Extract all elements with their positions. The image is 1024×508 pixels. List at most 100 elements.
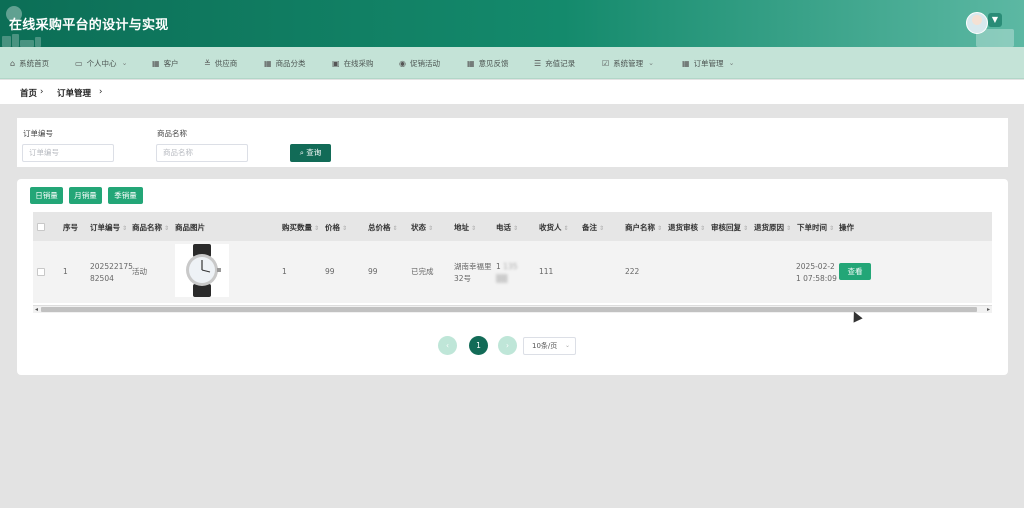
page-size-select[interactable]: 10条/页 ⌄ bbox=[523, 337, 576, 355]
calendar-icon: ▭ bbox=[75, 58, 83, 68]
breadcrumb-separator: › bbox=[40, 87, 44, 97]
apps-icon: ▦ bbox=[682, 58, 690, 68]
sort-icon: ⇕ bbox=[471, 225, 477, 232]
sort-icon: ⇕ bbox=[786, 225, 792, 232]
nav-item-label: 促销活动 bbox=[409, 58, 440, 68]
nav-item-recharge[interactable]: ☰ 充值记录 bbox=[534, 47, 575, 79]
clipboard-icon: ▣ bbox=[332, 58, 340, 68]
nav-item-label: 系统管理 bbox=[613, 58, 644, 68]
nav-item-label: 订单管理 bbox=[693, 58, 724, 68]
app-title: 在线采购平台的设计与实现 bbox=[9, 18, 169, 33]
nav-item-online-purchase[interactable]: ▣ 在线采购 bbox=[332, 47, 374, 79]
header-decoration-books bbox=[2, 34, 62, 47]
horizontal-scrollbar[interactable]: ◂ ▸ bbox=[33, 305, 992, 313]
breadcrumb-current: 订单管理 bbox=[57, 89, 92, 99]
nav-item-label: 意见反馈 bbox=[478, 58, 509, 68]
next-page-button[interactable]: › bbox=[498, 336, 517, 355]
sort-icon: ⇕ bbox=[392, 225, 398, 232]
sort-icon: ⇕ bbox=[829, 225, 835, 232]
scroll-left-icon[interactable]: ◂ bbox=[35, 306, 38, 313]
sort-icon: ⇕ bbox=[314, 225, 320, 232]
nav-item-label: 系统首页 bbox=[19, 58, 50, 68]
column-header[interactable]: 下单时间 ⇕ bbox=[797, 222, 834, 233]
column-header[interactable]: 状态 ⇕ bbox=[411, 222, 433, 233]
cell-order-time: 2025-02-2 1 07:58:09 bbox=[796, 262, 837, 283]
column-header[interactable]: 备注 ⇕ bbox=[582, 222, 604, 233]
table-header: 序号 订单编号 ⇕ 商品名称 ⇕ 商品图片 购买数量 ⇕ 价格 ⇕ 总价格 ⇕ 状态 ⇕ 地… bbox=[33, 212, 992, 241]
watch-image bbox=[186, 244, 221, 297]
product-image bbox=[175, 244, 229, 297]
prev-page-button[interactable]: ‹ bbox=[438, 336, 457, 355]
nav-item-system[interactable]: ☑ 系统管理 ⌄ bbox=[602, 47, 654, 79]
top-nav: ⌂ 系统首页 ▭ 个人中心 ⌄ ▦ 客户 ≚ 供应商 ▦ 商品分类 ▣ 在线采购 ◉ 促销活动 … bbox=[0, 47, 1024, 79]
nav-item-customers[interactable]: ▦ 客户 bbox=[152, 47, 179, 79]
app-header: 在线采购平台的设计与实现 ▼ bbox=[0, 0, 1024, 47]
home-icon: ⌂ bbox=[10, 58, 16, 68]
nav-item-promotions[interactable]: ◉ 促销活动 bbox=[399, 47, 440, 79]
row-checkbox[interactable] bbox=[37, 268, 45, 276]
column-header: 操作 bbox=[839, 223, 854, 232]
cell-phone: 1 135 ▒▒ bbox=[496, 262, 518, 283]
column-header[interactable]: 退货审核 ⇕ bbox=[668, 222, 705, 233]
apps-icon: ▦ bbox=[467, 58, 475, 68]
scrollbar-thumb[interactable] bbox=[41, 307, 977, 312]
sort-icon: ⇕ bbox=[657, 225, 663, 232]
query-button-label: 查询 bbox=[306, 148, 322, 157]
select-all-checkbox[interactable] bbox=[37, 223, 45, 231]
quarterly-sales-button[interactable]: 季销量 bbox=[108, 187, 143, 204]
column-header[interactable]: 电话 ⇕ bbox=[496, 222, 518, 233]
query-button[interactable]: ⌕ 查询 bbox=[290, 144, 331, 162]
cell-status: 已完成 bbox=[411, 267, 434, 276]
chevron-down-icon: ⌄ bbox=[728, 59, 735, 67]
sort-icon: ⇕ bbox=[513, 225, 519, 232]
apps-icon: ▦ bbox=[264, 58, 272, 68]
cell-price: 99 bbox=[325, 267, 335, 276]
checkbox-icon: ☑ bbox=[602, 58, 610, 68]
nav-item-suppliers[interactable]: ≚ 供应商 bbox=[204, 47, 237, 79]
column-header[interactable]: 审核回复 ⇕ bbox=[711, 222, 748, 233]
column-header[interactable]: 收货人 ⇕ bbox=[539, 222, 569, 233]
cell-quantity: 1 bbox=[282, 267, 287, 276]
page-1-button[interactable]: 1 bbox=[469, 336, 488, 355]
location-icon: ◉ bbox=[399, 58, 406, 68]
column-header[interactable]: 退货原因 ⇕ bbox=[754, 222, 791, 233]
view-button[interactable]: 查看 bbox=[839, 263, 871, 280]
breadcrumb-home[interactable]: 首页 bbox=[20, 87, 37, 99]
column-header[interactable]: 价格 ⇕ bbox=[325, 222, 347, 233]
chevron-down-icon[interactable]: ▼ bbox=[988, 13, 1002, 27]
nav-item-orders[interactable]: ▦ 订单管理 ⌄ bbox=[682, 47, 734, 79]
user-menu[interactable]: ▼ bbox=[966, 9, 1018, 47]
search-icon: ⌕ bbox=[299, 148, 304, 157]
sort-icon: ⇕ bbox=[700, 225, 706, 232]
column-header[interactable]: 总价格 ⇕ bbox=[368, 222, 398, 233]
list-icon: ☰ bbox=[534, 58, 542, 68]
chevron-down-icon: ⌄ bbox=[648, 59, 655, 67]
sort-icon: ⇕ bbox=[599, 225, 605, 232]
nav-item-label: 在线采购 bbox=[343, 58, 374, 68]
nav-item-personal-center[interactable]: ▭ 个人中心 ⌄ bbox=[75, 47, 127, 79]
nav-item-label: 客户 bbox=[163, 58, 179, 68]
page-size-value: 10条/页 bbox=[532, 342, 558, 350]
scroll-right-icon[interactable]: ▸ bbox=[987, 306, 990, 313]
nav-item-label: 供应商 bbox=[214, 58, 238, 68]
column-header[interactable]: 购买数量 ⇕ bbox=[282, 222, 319, 233]
column-header[interactable]: 订单编号 ⇕ bbox=[90, 222, 127, 233]
cell-order-no: 202522175 82504 bbox=[90, 262, 133, 283]
nav-item-label: 个人中心 bbox=[86, 58, 117, 68]
nav-item-categories[interactable]: ▦ 商品分类 bbox=[264, 47, 306, 79]
nav-item-feedback[interactable]: ▦ 意见反馈 bbox=[467, 47, 509, 79]
avatar[interactable] bbox=[966, 12, 988, 34]
nav-item-label: 充值记录 bbox=[545, 58, 576, 68]
column-header[interactable]: 地址 ⇕ bbox=[454, 222, 476, 233]
column-header[interactable]: 商户名称 ⇕ bbox=[625, 222, 662, 233]
product-name-input[interactable]: 商品名称 bbox=[156, 144, 248, 162]
order-table-panel: 日销量 月销量 季销量 序号 订单编号 ⇕ 商品名称 ⇕ 商品图片 购买数量 ⇕ 价格… bbox=[17, 179, 1008, 375]
chevron-down-icon: ⌄ bbox=[564, 342, 570, 349]
order-no-input[interactable]: 订单编号 bbox=[22, 144, 114, 162]
cell-index: 1 bbox=[63, 267, 68, 276]
monthly-sales-button[interactable]: 月销量 bbox=[69, 187, 102, 204]
nav-item-home[interactable]: ⌂ 系统首页 bbox=[10, 47, 49, 79]
column-header[interactable]: 商品名称 ⇕ bbox=[132, 222, 169, 233]
chevron-down-icon: ⌄ bbox=[121, 59, 128, 67]
daily-sales-button[interactable]: 日销量 bbox=[30, 187, 63, 204]
